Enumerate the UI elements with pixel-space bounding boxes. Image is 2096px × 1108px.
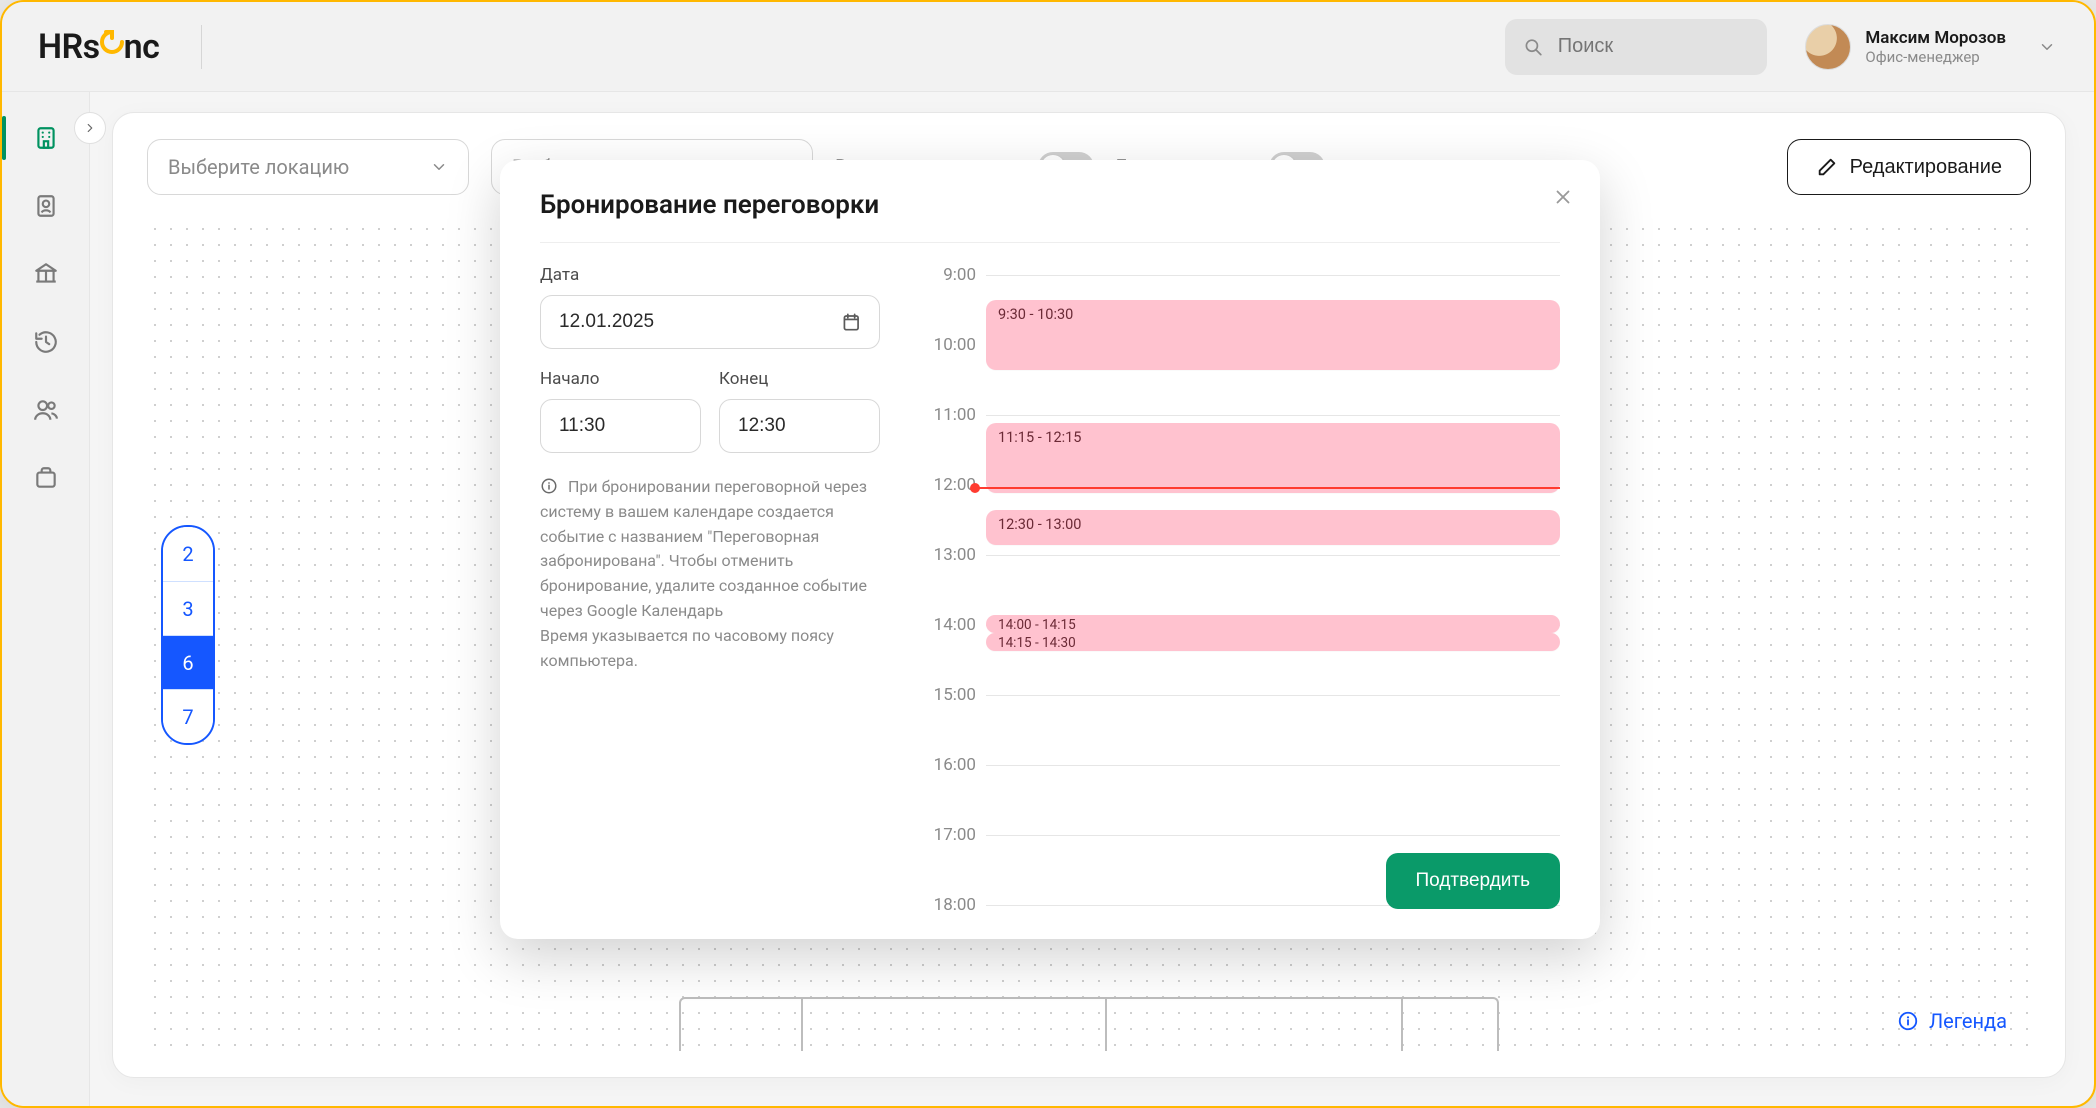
info-text-content: При бронировании переговорной через сист… [540, 477, 867, 670]
calendar-icon [841, 311, 862, 333]
modal-title: Бронирование переговорки [540, 190, 1560, 220]
close-icon [1552, 186, 1574, 208]
hour-line [986, 555, 1560, 556]
start-label: Начало [540, 369, 701, 389]
close-button[interactable] [1552, 186, 1574, 208]
info-text: При бронировании переговорной через сист… [540, 475, 880, 673]
hour-row: 15:00 [920, 685, 1560, 705]
calendar-event[interactable]: 14:00 - 14:15 [986, 615, 1560, 633]
start-value[interactable] [559, 415, 682, 437]
booking-modal: Бронирование переговорки Дата Начало К [500, 160, 1600, 939]
end-input[interactable] [719, 399, 880, 453]
date-label: Дата [540, 265, 880, 285]
hour-row: 9:00 [920, 265, 1560, 285]
hour-label: 10:00 [920, 335, 986, 355]
hour-line [986, 765, 1560, 766]
end-value[interactable] [738, 415, 861, 437]
hour-label: 16:00 [920, 755, 986, 775]
date-input[interactable] [540, 295, 880, 349]
hour-line [986, 835, 1560, 836]
hour-label: 15:00 [920, 685, 986, 705]
current-time-indicator [978, 487, 1560, 489]
hour-label: 14:00 [920, 615, 986, 635]
calendar-event[interactable]: 14:15 - 14:30 [986, 633, 1560, 651]
booking-form: Дата Начало Конец [540, 265, 880, 905]
hour-row: 17:00 [920, 825, 1560, 845]
end-label: Конец [719, 369, 880, 389]
calendar-event[interactable]: 12:30 - 13:00 [986, 510, 1560, 545]
hour-line [986, 275, 1560, 276]
calendar-event[interactable]: 9:30 - 10:30 [986, 300, 1560, 370]
date-value[interactable] [559, 311, 841, 333]
confirm-button[interactable]: Подтвердить [1386, 853, 1560, 909]
hour-label: 17:00 [920, 825, 986, 845]
hour-line [986, 415, 1560, 416]
hour-row: 13:00 [920, 545, 1560, 565]
hour-label: 9:00 [920, 265, 986, 285]
calendar-event[interactable]: 11:15 - 12:15 [986, 423, 1560, 493]
hour-label: 18:00 [920, 895, 986, 915]
hour-label: 11:00 [920, 405, 986, 425]
start-input[interactable] [540, 399, 701, 453]
day-timeline[interactable]: 9:0010:0011:0012:0013:0014:0015:0016:001… [920, 265, 1560, 905]
hour-row: 16:00 [920, 755, 1560, 775]
hour-line [986, 695, 1560, 696]
hour-label: 13:00 [920, 545, 986, 565]
confirm-label: Подтвердить [1416, 870, 1530, 891]
info-icon [540, 477, 558, 495]
